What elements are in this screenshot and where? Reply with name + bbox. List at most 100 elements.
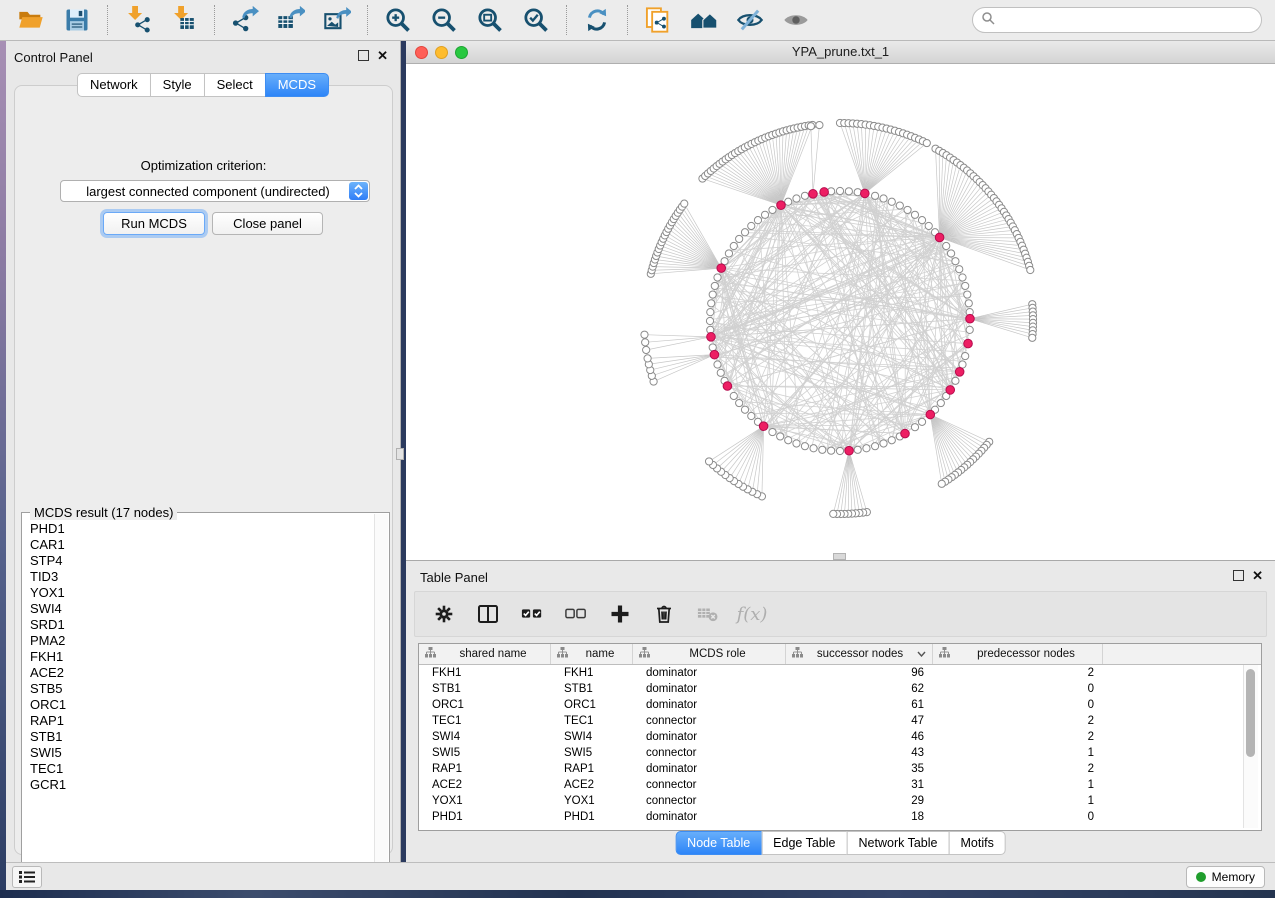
graph-node[interactable] (769, 206, 776, 213)
task-history-button[interactable] (12, 866, 42, 888)
cell-shared-name[interactable]: FKH1 (419, 667, 551, 679)
import-table-icon[interactable] (169, 5, 199, 35)
mcds-result-item[interactable]: YOX1 (30, 585, 373, 601)
graph-node[interactable] (801, 192, 808, 199)
graph-hub-node[interactable] (901, 429, 910, 438)
mcds-result-item[interactable]: PHD1 (30, 521, 373, 537)
horizontal-splitter-handle[interactable] (833, 553, 846, 560)
mcds-result-item[interactable]: SRD1 (30, 617, 373, 633)
graph-node[interactable] (880, 440, 887, 447)
criterion-dropdown[interactable]: largest connected component (undirected) (60, 180, 370, 202)
graph-hub-node[interactable] (964, 339, 973, 348)
cell-shared-name[interactable]: PHD1 (419, 811, 551, 823)
cell-successor-nodes[interactable]: 96 (786, 667, 933, 679)
zoom-out-icon[interactable] (429, 5, 459, 35)
graph-node[interactable] (918, 217, 925, 224)
graph-node[interactable] (706, 317, 713, 324)
graph-node[interactable] (828, 447, 835, 454)
graph-hub-node[interactable] (946, 386, 955, 395)
graph-node[interactable] (714, 361, 721, 368)
zoom-selected-icon[interactable] (521, 5, 551, 35)
gear-icon[interactable] (433, 603, 455, 625)
graph-hub-node[interactable] (777, 201, 786, 210)
maximize-window-icon[interactable] (455, 46, 468, 59)
graph-node[interactable] (748, 222, 755, 229)
mcds-result-item[interactable]: ORC1 (30, 697, 373, 713)
graph-hub-node[interactable] (845, 446, 854, 455)
graph-node[interactable] (911, 211, 918, 218)
cell-predecessor-nodes[interactable]: 1 (933, 779, 1103, 791)
graph-node[interactable] (962, 352, 969, 359)
graph-hub-node[interactable] (723, 382, 732, 391)
cell-MCDS-role[interactable]: dominator (633, 699, 786, 711)
graph-node[interactable] (730, 392, 737, 399)
graph-node[interactable] (711, 282, 718, 289)
mcds-result-item[interactable]: STB1 (30, 729, 373, 745)
tab-network[interactable]: Network (77, 73, 151, 97)
graph-node[interactable] (896, 202, 903, 209)
select-all-icon[interactable] (521, 603, 543, 625)
graph-node[interactable] (836, 447, 843, 454)
run-mcds-button[interactable]: Run MCDS (103, 212, 205, 235)
cell-successor-nodes[interactable]: 46 (786, 731, 933, 743)
mcds-result-item[interactable]: ACE2 (30, 665, 373, 681)
float-table-panel-icon[interactable] (1233, 570, 1244, 581)
table-row[interactable]: TEC1TEC1connector472 (419, 713, 1261, 729)
column-header-successor-nodes[interactable]: successor nodes (786, 644, 933, 664)
mcds-result-item[interactable]: CAR1 (30, 537, 373, 553)
cell-MCDS-role[interactable]: dominator (633, 667, 786, 679)
graph-node[interactable] (761, 211, 768, 218)
tab-edge-table[interactable]: Edge Table (761, 831, 847, 855)
table-scrollbar-thumb[interactable] (1246, 669, 1255, 757)
graph-node[interactable] (966, 326, 973, 333)
tab-motifs[interactable]: Motifs (948, 831, 1005, 855)
cell-predecessor-nodes[interactable]: 0 (933, 811, 1103, 823)
column-header-predecessor-nodes[interactable]: predecessor nodes (933, 644, 1103, 664)
cell-shared-name[interactable]: RAP1 (419, 763, 551, 775)
graph-node[interactable] (725, 250, 732, 257)
graph-hub-node[interactable] (809, 190, 818, 199)
table-scrollbar[interactable] (1243, 665, 1258, 828)
graph-node[interactable] (714, 274, 721, 281)
cell-name[interactable]: SWI5 (551, 747, 633, 759)
graph-hub-node[interactable] (710, 350, 719, 359)
tab-style[interactable]: Style (150, 73, 205, 97)
mcds-result-item[interactable]: TEC1 (30, 761, 373, 777)
graph-node[interactable] (801, 443, 808, 450)
copy-network-icon[interactable] (643, 5, 673, 35)
network-window-titlebar[interactable]: YPA_prune.txt_1 (406, 41, 1275, 64)
mcds-result-item[interactable]: PMA2 (30, 633, 373, 649)
graph-hub-node[interactable] (966, 314, 975, 323)
graph-node[interactable] (937, 399, 944, 406)
mcds-result-item[interactable]: STP4 (30, 553, 373, 569)
mcds-result-scrollbar[interactable] (374, 514, 388, 880)
cell-predecessor-nodes[interactable]: 0 (933, 683, 1103, 695)
table-row[interactable]: STB1STB1dominator620 (419, 681, 1261, 697)
graph-leaf-node[interactable] (923, 139, 930, 146)
graph-node[interactable] (845, 188, 852, 195)
cell-shared-name[interactable]: ACE2 (419, 779, 551, 791)
cell-shared-name[interactable]: SWI5 (419, 747, 551, 759)
cell-shared-name[interactable]: TEC1 (419, 715, 551, 727)
graph-node[interactable] (736, 399, 743, 406)
graph-node[interactable] (871, 192, 878, 199)
graph-node[interactable] (952, 258, 959, 265)
cell-MCDS-role[interactable]: dominator (633, 811, 786, 823)
graph-node[interactable] (888, 198, 895, 205)
table-row[interactable]: FKH1FKH1dominator962 (419, 665, 1261, 681)
search-box[interactable] (972, 7, 1262, 33)
graph-hub-node[interactable] (820, 188, 829, 197)
float-panel-icon[interactable] (358, 50, 369, 61)
mcds-result-item[interactable]: GCR1 (30, 777, 373, 793)
show-eye-icon[interactable] (781, 5, 811, 35)
close-panel-button[interactable]: Close panel (212, 212, 323, 235)
cell-name[interactable]: YOX1 (551, 795, 633, 807)
cell-successor-nodes[interactable]: 31 (786, 779, 933, 791)
cell-predecessor-nodes[interactable]: 0 (933, 699, 1103, 711)
tab-mcds[interactable]: MCDS (265, 73, 329, 97)
import-network-icon[interactable] (123, 5, 153, 35)
graph-leaf-node[interactable] (1027, 266, 1034, 273)
graph-node[interactable] (769, 428, 776, 435)
graph-node[interactable] (748, 412, 755, 419)
close-table-panel-icon[interactable]: ✕ (1252, 571, 1263, 580)
